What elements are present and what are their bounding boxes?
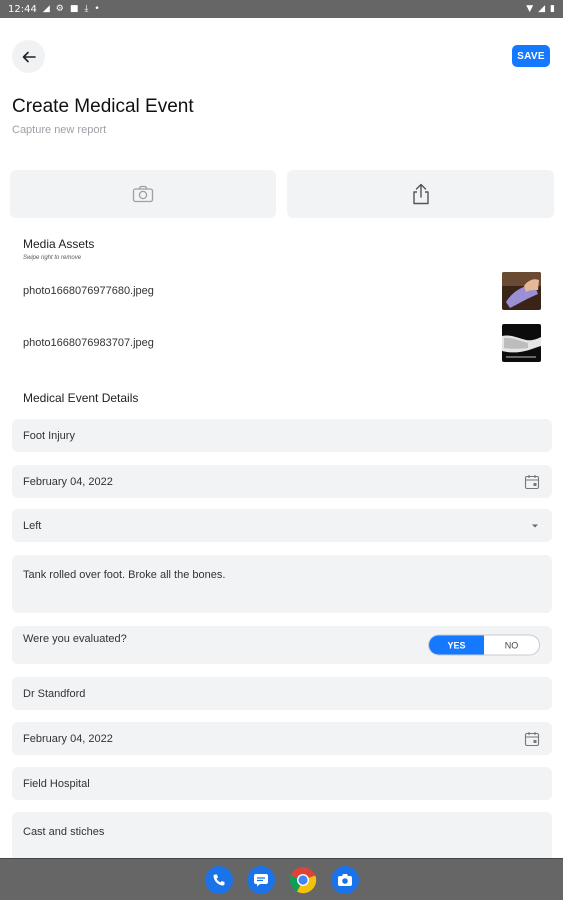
side-value: Left	[23, 519, 42, 532]
doctor-field[interactable]: Dr Standford	[12, 677, 552, 710]
status-bar: 12:44 ◢ ⚙ ■ ⤓ • ▼ ◢ ▮	[0, 0, 563, 18]
doctor-value: Dr Standford	[23, 687, 86, 700]
battery-icon: ▮	[550, 3, 555, 14]
description-value: Tank rolled over foot. Broke all the bon…	[23, 569, 226, 581]
page-subtitle: Capture new report	[12, 124, 107, 136]
media-asset-row[interactable]: photo1668076983707.jpeg	[23, 324, 541, 362]
back-button[interactable]	[12, 40, 45, 73]
phone-icon[interactable]	[204, 865, 233, 894]
media-asset-row[interactable]: photo1668076977680.jpeg	[23, 272, 541, 310]
injury-field[interactable]: Foot Injury	[12, 419, 552, 452]
chrome-icon[interactable]	[289, 866, 317, 894]
dot-icon: •	[94, 3, 100, 14]
side-select[interactable]: Left	[12, 509, 552, 542]
toggle-no[interactable]: NO	[484, 636, 539, 655]
event-date-field[interactable]: February 04, 2022	[12, 465, 552, 498]
calendar-icon[interactable]	[524, 474, 540, 490]
system-dock	[0, 858, 563, 900]
description-field[interactable]: Tank rolled over foot. Broke all the bon…	[12, 555, 552, 613]
notification-icon: ■	[69, 3, 79, 14]
facility-value: Field Hospital	[23, 777, 90, 790]
status-time: 12:44	[8, 3, 37, 15]
media-assets-title: Media Assets	[23, 237, 95, 251]
media-asset-thumbnail	[502, 272, 541, 310]
evaluation-date-value: February 04, 2022	[23, 732, 113, 745]
injury-value: Foot Injury	[23, 429, 75, 442]
evaluated-row: Were you evaluated? YES NO	[12, 626, 552, 664]
evaluated-label: Were you evaluated?	[23, 633, 127, 645]
page-title: Create Medical Event	[12, 96, 194, 117]
event-details-title: Medical Event Details	[23, 391, 139, 405]
calendar-icon[interactable]	[524, 731, 540, 747]
messages-icon[interactable]	[246, 865, 275, 894]
evaluation-date-field[interactable]: February 04, 2022	[12, 722, 552, 755]
facility-field[interactable]: Field Hospital	[12, 767, 552, 800]
evaluated-toggle[interactable]: YES NO	[428, 634, 540, 656]
event-date-value: February 04, 2022	[23, 475, 113, 488]
dropdown-caret-icon	[530, 523, 540, 529]
arrow-left-icon	[22, 51, 36, 62]
toggle-yes[interactable]: YES	[429, 635, 484, 655]
share-upload-icon	[412, 183, 429, 205]
treatment-value: Cast and stiches	[23, 826, 105, 838]
cell-signal-icon: ◢	[538, 3, 546, 14]
swipe-hint: Swipe right to remove	[23, 255, 82, 261]
download-icon: ⤓	[84, 3, 89, 14]
camera-icon	[132, 185, 154, 203]
media-asset-filename: photo1668076983707.jpeg	[23, 337, 154, 349]
settings-icon: ⚙	[55, 3, 64, 14]
save-button[interactable]: SAVE	[512, 45, 550, 67]
camera-app-icon[interactable]	[330, 865, 359, 894]
media-asset-thumbnail	[502, 324, 541, 362]
wifi-icon: ▼	[526, 3, 534, 14]
signal-a-icon: ◢	[42, 3, 50, 14]
treatment-field[interactable]: Cast and stiches	[12, 812, 552, 858]
camera-button[interactable]	[10, 170, 276, 218]
upload-button[interactable]	[287, 170, 554, 218]
media-asset-filename: photo1668076977680.jpeg	[23, 285, 154, 297]
